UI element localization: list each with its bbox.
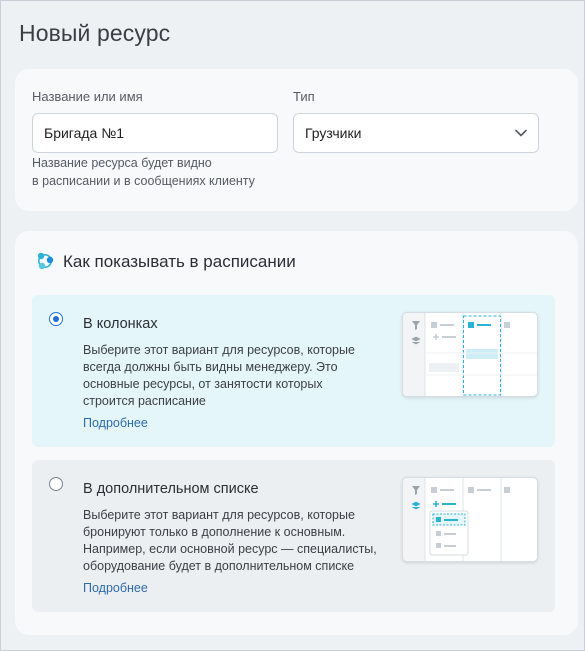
name-hint: Название ресурса будет видно в расписани… — [32, 154, 292, 190]
schedule-nodes-icon — [37, 252, 54, 270]
desc-line: Например, если основной ресурс — специал… — [83, 542, 377, 556]
name-input[interactable]: Бригада №1 — [32, 113, 278, 153]
type-select-value: Грузчики — [305, 125, 362, 141]
option-extra-list-description: Выберите этот вариант для ресурсов, кото… — [83, 507, 383, 575]
option-extra-list-title: В дополнительном списке — [83, 481, 259, 497]
option-columns-more-link[interactable]: Подробнее — [83, 416, 148, 430]
type-select[interactable]: Грузчики — [293, 113, 539, 153]
desc-line: Выберите этот вариант для ресурсов, кото… — [83, 343, 355, 357]
name-field-label: Название или имя — [32, 89, 143, 104]
extra-list-preview-illustration — [402, 477, 538, 562]
desc-line: строится расписание — [83, 394, 206, 408]
desc-line: всегда должны быть видны менеджеру. Это — [83, 360, 338, 374]
option-extra-list-more-link[interactable]: Подробнее — [83, 581, 148, 595]
page-title: Новый ресурс — [19, 20, 171, 46]
extra-list-preview-graphic — [403, 478, 510, 561]
resource-name-card: Название или имя Бригада №1 Тип Грузчики… — [15, 69, 578, 211]
display-mode-card: Как показывать в расписании В колонках В… — [15, 231, 578, 635]
type-field-label: Тип — [293, 89, 315, 104]
columns-preview-graphic — [403, 313, 537, 396]
option-columns[interactable]: В колонках Выберите этот вариант для рес… — [32, 295, 555, 447]
desc-line: основные ресурсы, от занятости которых — [83, 377, 323, 391]
option-extra-list[interactable]: В дополнительном списке Выберите этот ва… — [32, 460, 555, 612]
desc-line: бронируют только в дополнение к основным… — [83, 525, 346, 539]
hint-line-2: в расписании и в сообщениях клиенту — [32, 174, 255, 188]
columns-preview-illustration — [402, 312, 538, 397]
option-columns-description: Выберите этот вариант для ресурсов, кото… — [83, 342, 383, 410]
name-input-value: Бригада №1 — [44, 125, 125, 141]
window-frame: Новый ресурс Название или имя Бригада №1… — [0, 0, 585, 651]
desc-line: оборудование будет в дополнительном спис… — [83, 559, 355, 573]
radio-extra-list[interactable] — [49, 477, 63, 491]
radio-columns[interactable] — [49, 312, 63, 326]
section-title: Как показывать в расписании — [63, 252, 296, 271]
option-columns-title: В колонках — [83, 316, 158, 332]
chevron-down-icon — [515, 129, 527, 137]
desc-line: Выберите этот вариант для ресурсов, кото… — [83, 508, 355, 522]
hint-line-1: Название ресурса будет видно — [32, 156, 212, 170]
